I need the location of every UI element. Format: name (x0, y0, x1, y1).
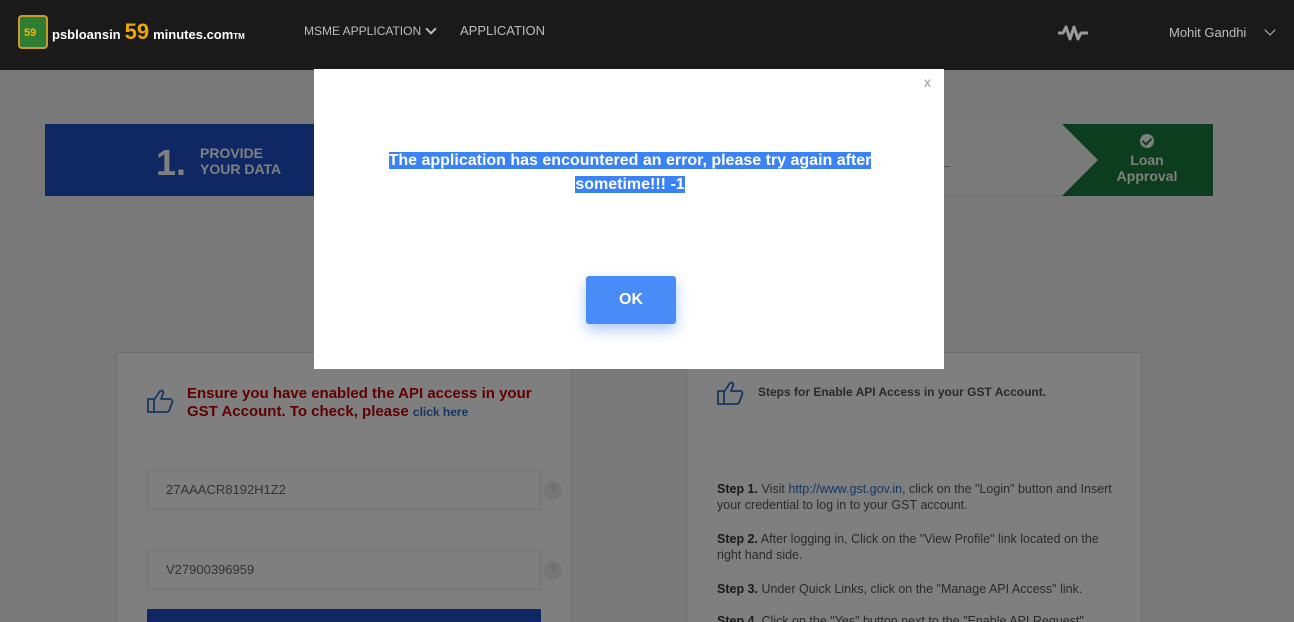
logo-badge-icon: 59 (18, 15, 48, 49)
logo-trademark: TM (233, 32, 245, 41)
error-message: The application has encountered an error… (380, 149, 880, 197)
user-chevron-down-icon[interactable] (1264, 24, 1276, 36)
logo-wordmark: psbloansin 59 minutes.com TM (52, 19, 245, 45)
logo-number: 59 (124, 19, 150, 44)
logo-badge-number: 59 (24, 27, 37, 39)
error-dialog (314, 69, 944, 369)
nav-application-label: APPLICATION (460, 23, 546, 38)
logo-text-left: psbloansin (52, 27, 121, 42)
nav-msme-label: MSME APPLICATION (304, 24, 422, 38)
user-menu-name[interactable]: Mohit Gandhi (1169, 25, 1246, 40)
top-header: 59 psbloansin 59 minutes.com TM MSME APP… (0, 0, 1294, 70)
error-message-line2: sometime!!! -1 (575, 176, 685, 193)
nav-application[interactable]: APPLICATION (460, 23, 545, 38)
ok-button[interactable]: OK (586, 276, 676, 324)
error-message-line1: The application has encountered an error… (388, 152, 872, 169)
close-icon[interactable]: x (924, 74, 931, 90)
brand-logo[interactable]: 59 psbloansin 59 minutes.com TM (18, 14, 245, 50)
chevron-down-icon (425, 22, 437, 35)
nav-msme-application[interactable]: MSME APPLICATION (304, 22, 437, 38)
logo-text-right: minutes.com (153, 27, 234, 42)
activity-wave-icon[interactable] (1057, 24, 1089, 42)
